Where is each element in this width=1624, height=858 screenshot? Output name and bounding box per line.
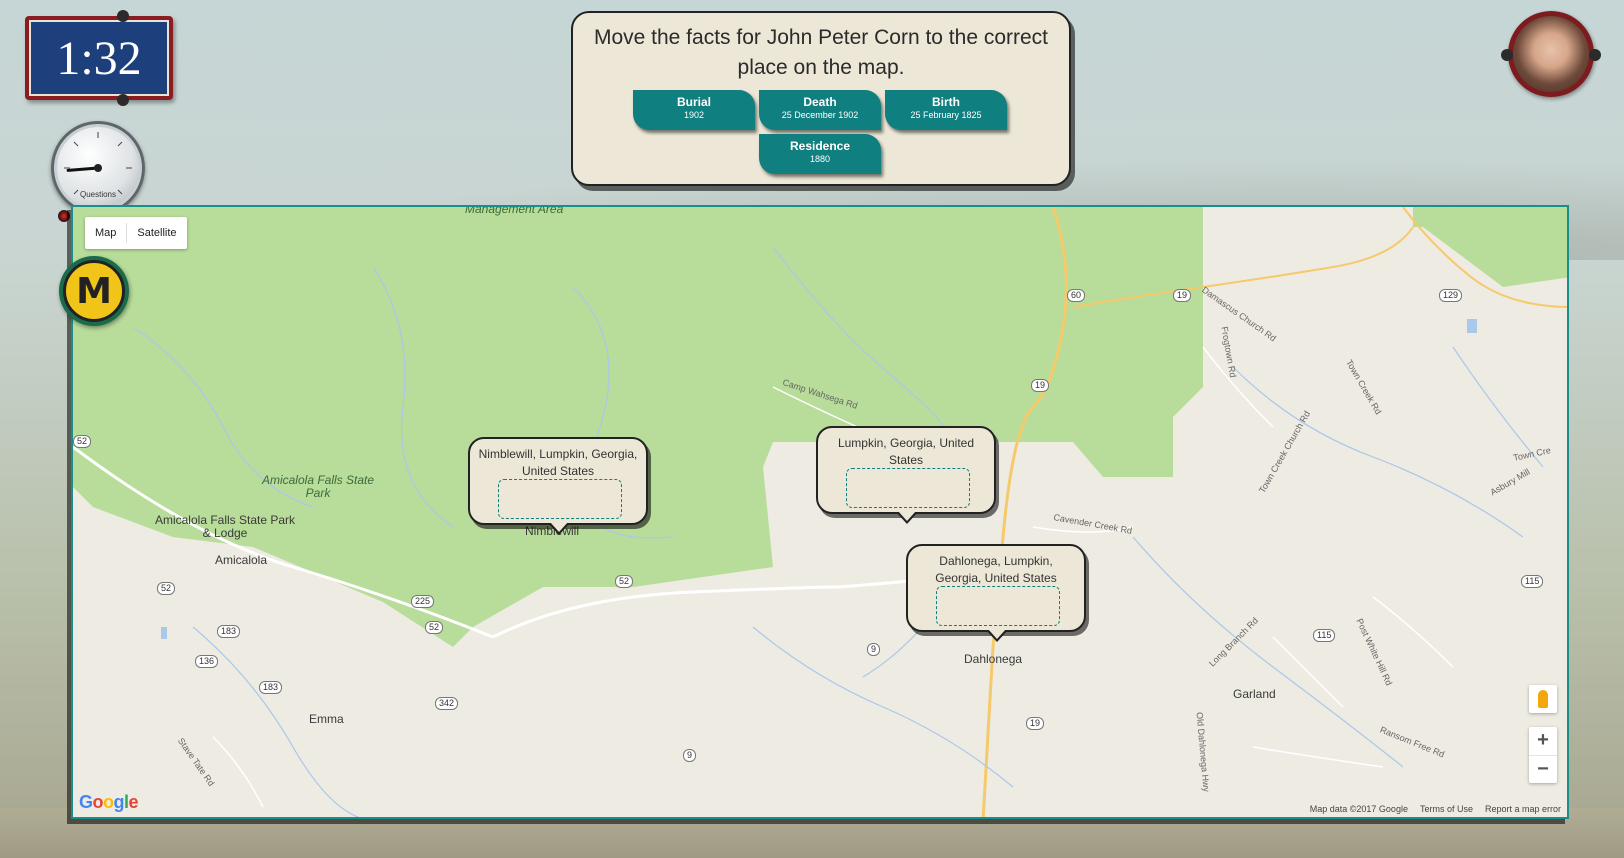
fact-card-burial[interactable]: Burial 1902 — [633, 90, 755, 130]
route-shield: 52 — [157, 582, 176, 595]
map-view[interactable]: Map Satellite Management Area Amicalola … — [71, 205, 1569, 819]
route-shield: 183 — [259, 681, 283, 694]
avatar-photo-icon — [1513, 16, 1589, 92]
route-shield: 52 — [73, 435, 92, 448]
place-label-management: Management Area — [465, 205, 564, 216]
route-shield: 136 — [195, 655, 219, 668]
route-shield: 183 — [217, 625, 241, 638]
zoom-in-button[interactable]: + — [1529, 727, 1557, 755]
pegman-icon[interactable] — [1529, 685, 1557, 713]
avatar-pin-right-icon — [1589, 49, 1601, 61]
countdown-timer: 1:32 — [25, 10, 173, 106]
route-shield: 9 — [683, 749, 697, 762]
fact-title: Birth — [932, 95, 960, 109]
fact-date: 25 February 1825 — [910, 110, 982, 120]
route-shield: 52 — [615, 575, 634, 588]
route-shield: 225 — [411, 595, 435, 608]
route-shield: 129 — [1439, 289, 1463, 302]
place-label-emma: Emma — [309, 712, 344, 726]
route-shield: 19 — [1026, 717, 1045, 730]
fact-date: 1902 — [683, 110, 705, 120]
fact-title: Burial — [676, 95, 711, 109]
map-footer: Map data ©2017 Google Terms of Use Repor… — [1310, 804, 1561, 814]
zoom-control: + − — [1529, 727, 1557, 783]
drop-target-nimblewill[interactable]: Nimblewill, Lumpkin, Georgia, United Sta… — [468, 437, 648, 535]
route-shield: 52 — [425, 621, 444, 634]
fact-title: Death — [803, 95, 837, 109]
terms-link[interactable]: Terms of Use — [1420, 804, 1473, 814]
place-label-amicalola-park: Amicalola Falls State Park — [261, 473, 375, 500]
map-mode-letter: M — [63, 260, 125, 322]
fact-title: Residence — [789, 139, 851, 153]
instruction-panel: Move the facts for John Peter Corn to th… — [571, 11, 1071, 186]
map-type-control: Map Satellite — [85, 217, 187, 249]
map-type-map-button[interactable]: Map — [85, 217, 126, 249]
fact-card-birth[interactable]: Birth 25 February 1825 — [885, 90, 1007, 130]
avatar-pin-left-icon — [1501, 49, 1513, 61]
gauge-needle — [66, 166, 100, 172]
drop-target-label: Nimblewill, Lumpkin, Georgia, United Sta… — [478, 447, 638, 478]
route-shield: 342 — [435, 697, 459, 710]
map-type-satellite-button[interactable]: Satellite — [127, 217, 186, 249]
drop-target-dahlonega[interactable]: Dahlonega, Lumpkin, Georgia, United Stat… — [906, 544, 1086, 642]
avatar[interactable] — [1501, 11, 1601, 97]
gauge-knob-left-icon — [58, 210, 70, 222]
instructions-text: Move the facts for John Peter Corn to th… — [593, 26, 1049, 79]
route-shield: 19 — [1173, 289, 1192, 302]
map-mode-badge[interactable]: M — [59, 256, 129, 326]
route-shield: 60 — [1067, 289, 1086, 302]
questions-gauge: Questions — [51, 121, 145, 228]
map-data-credit: Map data ©2017 Google — [1309, 804, 1408, 814]
place-label-dahlonega: Dahlonega — [964, 652, 1023, 666]
zoom-out-button[interactable]: − — [1529, 755, 1557, 783]
timer-value: 1:32 — [29, 20, 169, 96]
drop-zone[interactable] — [936, 586, 1060, 626]
place-label-amicalola: Amicalola — [215, 553, 268, 567]
drop-target-lumpkin[interactable]: Lumpkin, Georgia, United States — [816, 426, 996, 524]
fact-card-residence[interactable]: Residence 1880 — [759, 134, 881, 174]
drop-target-label: Dahlonega, Lumpkin, Georgia, United Stat… — [935, 554, 1057, 585]
gauge-label: Questions — [79, 190, 117, 199]
place-label-garland: Garland — [1233, 687, 1276, 701]
drop-zone[interactable] — [846, 468, 970, 508]
route-shield: 19 — [1031, 379, 1050, 392]
fact-date: 1880 — [809, 154, 831, 164]
route-shield: 9 — [867, 643, 881, 656]
google-logo: Google — [79, 792, 139, 812]
route-shield: 115 — [1521, 575, 1544, 588]
fact-date: 25 December 1902 — [781, 110, 859, 120]
timer-pin-top-icon — [117, 10, 129, 22]
drop-target-label: Lumpkin, Georgia, United States — [837, 436, 975, 467]
place-label-amicalola-lodge: Amicalola Falls State Park & Lodge — [154, 513, 296, 540]
route-shield: 115 — [1313, 629, 1336, 642]
map-base-icon — [73, 207, 1567, 817]
fact-card-death[interactable]: Death 25 December 1902 — [759, 90, 881, 130]
timer-pin-bottom-icon — [117, 94, 129, 106]
report-error-link[interactable]: Report a map error — [1485, 804, 1561, 814]
drop-zone[interactable] — [498, 479, 622, 519]
